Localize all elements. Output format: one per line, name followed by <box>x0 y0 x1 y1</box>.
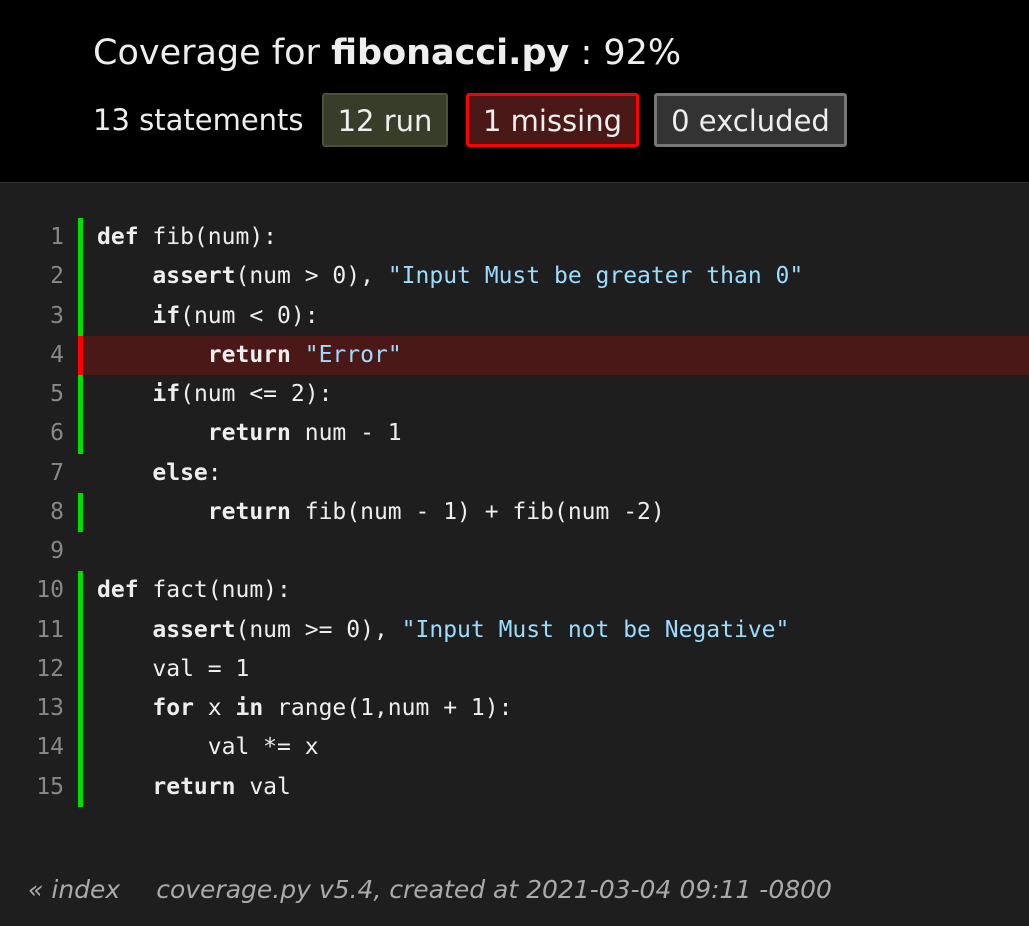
code-token: : <box>207 459 222 486</box>
line-number[interactable]: 15 <box>0 768 64 807</box>
line-number[interactable]: 7 <box>0 454 64 493</box>
title-prefix: Coverage for <box>93 33 320 73</box>
keyword-token: return <box>207 341 291 368</box>
string-token: "Input Must be greater than 0" <box>387 263 804 290</box>
footer: « index coverage.py v5.4, created at 2021… <box>28 872 832 908</box>
code-token: range(1,num + 1): <box>263 695 513 721</box>
source-line: 12 val = 1 <box>0 649 1029 689</box>
line-number[interactable]: 14 <box>0 728 64 767</box>
keyword-token: return <box>152 773 236 800</box>
string-token: "Input Must not be Negative" <box>401 616 790 643</box>
missing-toggle-button[interactable]: 1 missing <box>466 93 639 147</box>
code-token: (num < 0): <box>180 302 319 329</box>
line-code: return "Error" <box>78 335 1029 375</box>
line-code: if(num <= 2): <box>78 375 1029 415</box>
line-number[interactable]: 6 <box>0 414 64 453</box>
line-code: return num - 1 <box>78 414 1029 454</box>
keyword-token: def <box>97 224 139 250</box>
code-token: num - 1 <box>290 420 402 447</box>
string-token: "Error" <box>304 341 402 368</box>
coverage-percent: : 92% <box>580 33 682 73</box>
line-code: def fib(num): <box>78 218 1029 258</box>
line-number[interactable]: 12 <box>0 650 64 689</box>
line-number[interactable]: 3 <box>0 297 64 336</box>
code-token: fib(num - 1) + fib(num -2) <box>290 498 665 525</box>
source-line: 1 def fib(num): <box>0 218 1029 258</box>
code-token: val <box>235 773 291 800</box>
line-code: return val <box>78 767 1029 807</box>
line-number[interactable]: 13 <box>0 689 64 728</box>
line-number[interactable]: 5 <box>0 375 64 414</box>
line-number[interactable]: 2 <box>0 257 64 296</box>
line-code: if(num < 0): <box>78 296 1029 336</box>
created-info: coverage.py v5.4, created at 2021-03-04 … <box>156 875 832 904</box>
excluded-toggle-button[interactable]: 0 excluded <box>654 93 847 147</box>
keyword-token: return <box>207 420 291 447</box>
line-number[interactable]: 1 <box>0 218 64 257</box>
line-number[interactable]: 9 <box>0 532 64 571</box>
source-code: 1 def fib(num): 2 assert(num > 0), "Input … <box>0 218 1029 807</box>
source-line: 7 else: <box>0 454 1029 493</box>
keyword-token: def <box>97 577 139 604</box>
line-code: assert(num >= 0), "Input Must not be Neg… <box>78 610 1029 650</box>
source-line: 9 <box>0 532 1029 571</box>
line-code: val = 1 <box>78 649 1029 689</box>
source-line: 13 for x in range(1,num + 1): <box>0 689 1029 729</box>
header: Coverage for fibonacci.py : 92% 13 state… <box>0 0 1029 183</box>
source-line: 5 if(num <= 2): <box>0 375 1029 415</box>
code-token: (num > 0), <box>235 263 388 290</box>
code-token: val = 1 <box>97 655 250 682</box>
keyword-token: assert <box>152 616 236 643</box>
line-number[interactable]: 10 <box>0 571 64 610</box>
source-line: 15 return val <box>0 767 1029 807</box>
code-token: (num <= 2): <box>180 381 333 407</box>
keyword-token: if <box>152 302 181 329</box>
code-token: x <box>193 695 236 721</box>
source-line: 14 val *= x <box>0 728 1029 768</box>
keyword-token: return <box>207 498 291 525</box>
line-code: assert(num > 0), "Input Must be greater … <box>78 257 1029 297</box>
run-toggle-button[interactable]: 12 run <box>322 93 448 147</box>
source-line: 11 assert(num >= 0), "Input Must not be … <box>0 610 1029 650</box>
source-line: 3 if(num < 0): <box>0 296 1029 336</box>
keyword-token: for <box>152 695 194 721</box>
line-number[interactable]: 4 <box>0 336 64 375</box>
code-token: fib(num): <box>138 224 278 250</box>
keyword-token: if <box>152 381 181 407</box>
line-number[interactable]: 11 <box>0 611 64 650</box>
keyword-token: assert <box>152 263 236 290</box>
line-code: return fib(num - 1) + fib(num -2) <box>78 492 1029 532</box>
code-token: fact(num): <box>138 577 291 604</box>
code-token: (num >= 0), <box>235 616 402 643</box>
code-token: val *= x <box>97 734 319 761</box>
line-code: for x in range(1,num + 1): <box>78 689 1029 729</box>
keyword-token: else <box>152 459 208 486</box>
keyword-token: in <box>235 695 264 721</box>
source-line: 4 return "Error" <box>0 335 1029 375</box>
line-code: val *= x <box>78 728 1029 768</box>
source-line: 2 assert(num > 0), "Input Must be greate… <box>0 257 1029 297</box>
source-line: 6 return num - 1 <box>0 414 1029 454</box>
page-title: Coverage for fibonacci.py : 92% <box>93 30 681 76</box>
statements-count: 13 statements <box>93 103 304 137</box>
index-link[interactable]: « index <box>28 875 120 904</box>
source-line: 8 return fib(num - 1) + fib(num -2) <box>0 492 1029 532</box>
line-number[interactable]: 8 <box>0 493 64 532</box>
line-code: def fact(num): <box>78 571 1029 611</box>
file-name: fibonacci.py <box>331 33 570 73</box>
line-code: else: <box>78 454 1029 493</box>
source-line: 10 def fact(num): <box>0 571 1029 611</box>
